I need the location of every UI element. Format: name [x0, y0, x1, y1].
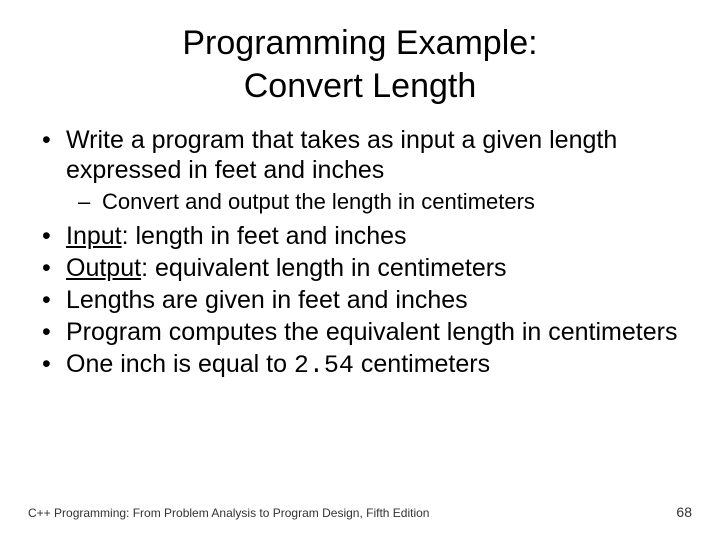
bullet-text: Lengths are given in feet and inches	[66, 286, 468, 314]
list-item: Lengths are given in feet and inches	[40, 285, 680, 315]
bullet-underline-label: Input	[66, 222, 122, 250]
list-item: Write a program that takes as input a gi…	[40, 125, 680, 215]
list-item: Input: length in feet and inches	[40, 221, 680, 251]
list-item: Convert and output the length in centime…	[66, 189, 680, 215]
bullet-text: Program computes the equivalent length i…	[66, 318, 677, 346]
list-item: Output: equivalent length in centimeters	[40, 253, 680, 283]
slide-title: Programming Example: Convert Length	[40, 22, 680, 107]
list-item: One inch is equal to 2.54 centimeters	[40, 349, 680, 381]
page-number: 68	[676, 504, 692, 520]
slide: Programming Example: Convert Length Writ…	[0, 0, 720, 540]
bullet-text: Write a program that takes as input a gi…	[66, 126, 617, 184]
bullet-underline-label: Output	[66, 254, 141, 282]
sub-bullet-list: Convert and output the length in centime…	[66, 189, 680, 215]
bullet-text: : length in feet and inches	[122, 222, 407, 250]
footer-source: C++ Programming: From Problem Analysis t…	[28, 506, 429, 520]
sub-bullet-text: Convert and output the length in centime…	[102, 189, 535, 214]
bullet-text: One inch is equal to	[66, 350, 294, 378]
bullet-text: centimeters	[354, 350, 490, 378]
title-line-2: Convert Length	[244, 67, 477, 105]
bullet-code: 2.54	[294, 351, 354, 380]
bullet-list: Write a program that takes as input a gi…	[40, 125, 680, 381]
bullet-text: : equivalent length in centimeters	[141, 254, 507, 282]
list-item: Program computes the equivalent length i…	[40, 317, 680, 347]
title-line-1: Programming Example:	[182, 24, 537, 62]
